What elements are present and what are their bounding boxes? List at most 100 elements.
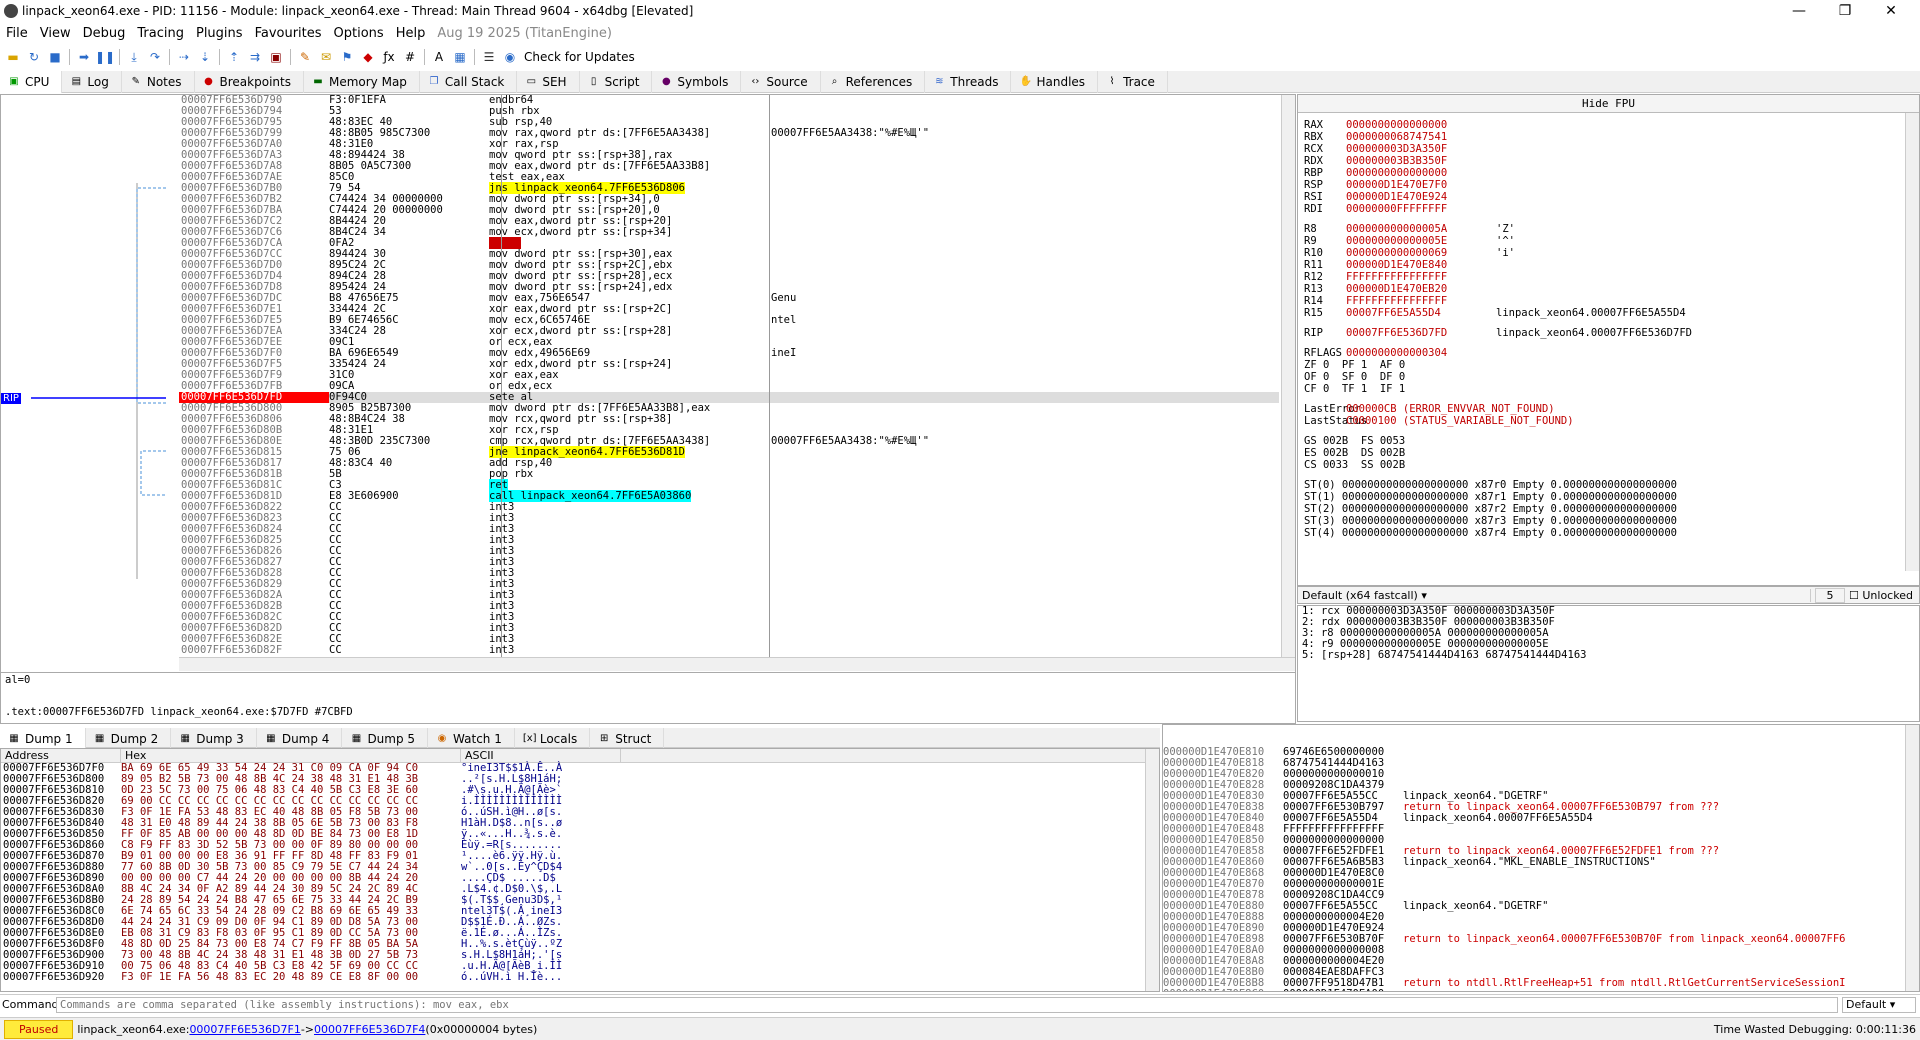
bookmark-icon[interactable]: ◆ (359, 48, 377, 66)
stack-row[interactable]: 000000D1E470E898 00007FF6E530B70F return t… (1163, 934, 1919, 945)
tab-dump-4[interactable]: ▦ Dump 4 (257, 728, 343, 750)
register-row[interactable]: R14 FFFFFFFFFFFFFFFF (1304, 295, 1904, 307)
arguments-view[interactable]: 1: rcx 000000003D3A350F 000000003D3A350F… (1297, 605, 1920, 722)
disasm-row[interactable]: 00007FF6E536D828CCint3 (179, 568, 1279, 579)
disasm-row[interactable]: 00007FF6E536D824CCint3 (179, 524, 1279, 535)
disasm-row[interactable]: 00007FF6E536D817 48:83C4 40 add rsp,40 (179, 458, 1279, 469)
fpu-row[interactable]: ST(2) 00000000000000000000 x87r2 Empty 0… (1304, 503, 1904, 515)
trace-over-icon[interactable]: ⇣ (196, 48, 214, 66)
register-value[interactable]: C0000100 (STATUS_VARIABLE_NOT_FOUND) (1346, 415, 1574, 427)
register-value[interactable]: 0000000000000000 (1346, 119, 1496, 131)
segment-row[interactable]: GS 002B FS 0053 (1304, 435, 1904, 447)
menu-view[interactable]: View (34, 26, 77, 41)
register-value[interactable]: 000000D1E470EB20 (1346, 283, 1496, 295)
tab-trace[interactable]: ⌇ Trace (1098, 71, 1168, 93)
tab-locals[interactable]: [x] Locals (515, 728, 591, 750)
register-value[interactable]: 000000D1E470E7F0 (1346, 179, 1496, 191)
patch-icon[interactable]: ✎ (296, 48, 314, 66)
tab-log[interactable]: ▤ Log (62, 71, 122, 93)
tab-notes[interactable]: ✎ Notes (122, 71, 195, 93)
close-button[interactable]: ✕ (1868, 0, 1914, 22)
run-icon[interactable]: ➡ (75, 48, 93, 66)
tab-breakpoints[interactable]: ● Breakpoints (195, 71, 304, 93)
tab-watch-1[interactable]: ◉ Watch 1 (428, 728, 515, 750)
run-to-user-code-icon[interactable]: ⇉ (246, 48, 264, 66)
col-hex[interactable]: Hex (121, 749, 461, 762)
register-row[interactable]: RSP 000000D1E470E7F0 (1304, 179, 1904, 191)
minimize-button[interactable]: — (1776, 0, 1822, 22)
register-value[interactable]: 000000D1E470E924 (1346, 191, 1496, 203)
register-row[interactable]: R13 000000D1E470EB20 (1304, 283, 1904, 295)
update-icon[interactable]: ◉ (501, 48, 519, 66)
tab-memory-map[interactable]: ▬ Memory Map (304, 71, 420, 93)
register-value[interactable]: 0000000000000069 (1346, 247, 1496, 259)
menu-favourites[interactable]: Favourites (249, 26, 328, 41)
register-row[interactable]: R8 000000000000005A 'Z' (1304, 223, 1904, 235)
maximize-button[interactable]: ❐ (1822, 0, 1868, 22)
disasm-row[interactable]: 00007FF6E536D82DCCint3 (179, 623, 1279, 634)
register-value[interactable]: 000000003B3B350F (1346, 155, 1496, 167)
check-updates-button[interactable]: Check for Updates (522, 50, 635, 64)
function-icon[interactable]: ƒx (380, 48, 398, 66)
flags-row[interactable]: OF 0 SF 0 DF 0 (1304, 371, 1904, 383)
register-row[interactable]: RBX 0000000068747541 (1304, 131, 1904, 143)
tab-threads[interactable]: ≋ Threads (925, 71, 1012, 93)
stack-row[interactable]: 000000D1E470E8A8 0000000000004E20 (1163, 956, 1919, 967)
register-row[interactable]: R15 00007FF6E5A55D4 linpack_xeon64.00007FF… (1304, 307, 1904, 319)
pause-icon[interactable]: ❚❚ (95, 48, 115, 66)
disasm-row[interactable]: 00007FF6E536D825CCint3 (179, 535, 1279, 546)
register-value[interactable]: 000000000000005E (1346, 235, 1496, 247)
tab-dump-1[interactable]: ▦ Dump 1 (0, 728, 86, 750)
command-input[interactable] (56, 996, 1838, 1013)
disasm-row[interactable]: 00007FF6E536D827CCint3 (179, 557, 1279, 568)
disasm-row[interactable]: 00007FF6E536D82CCCint3 (179, 612, 1279, 623)
disasm-row[interactable]: 00007FF6E536D826CCint3 (179, 546, 1279, 557)
menu-help[interactable]: Help (390, 26, 432, 41)
stack-row[interactable]: 000000D1E470E820 0000000000000010 (1163, 769, 1919, 780)
stack-row[interactable]: 000000D1E470E868 000000D1E470E8C0 (1163, 868, 1919, 879)
register-row[interactable]: RFLAGS 0000000000000304 (1304, 347, 1904, 359)
checklist-icon[interactable]: ☰ (480, 48, 498, 66)
stack-row[interactable]: 000000D1E470E848 FFFFFFFFFFFFFFFF (1163, 824, 1919, 835)
register-row[interactable]: RSI 000000D1E470E924 (1304, 191, 1904, 203)
register-row[interactable]: RCX 000000003D3A350F (1304, 143, 1904, 155)
register-row[interactable]: LastError 000000CB (ERROR_ENVVAR_NOT_FOUN… (1304, 403, 1904, 415)
label-icon[interactable]: ⚑ (338, 48, 356, 66)
stack-row[interactable]: 000000D1E470E8A0 0000000000000008 (1163, 945, 1919, 956)
dump-scrollbar[interactable] (1145, 749, 1159, 991)
register-row[interactable]: RDI 00000000FFFFFFFF (1304, 203, 1904, 215)
call-convention-select[interactable]: Default (x64 fastcall) ▾ (1298, 588, 1811, 602)
tab-call-stack[interactable]: ❐ Call Stack (420, 71, 518, 93)
menu-debug[interactable]: Debug (77, 26, 132, 41)
disasm-row[interactable]: 00007FF6E536D81D E8 3E606900 call linpack_… (179, 490, 1279, 502)
scylla-icon[interactable]: ▣ (267, 48, 285, 66)
stack-row[interactable]: 000000D1E470E840 00007FF6E5A55D4 linpack_x… (1163, 813, 1919, 824)
fpu-row[interactable]: ST(1) 00000000000000000000 x87r1 Empty 0… (1304, 491, 1904, 503)
unlocked-checkbox[interactable]: ☐ Unlocked (1849, 589, 1919, 602)
register-row[interactable]: RDX 000000003B3B350F (1304, 155, 1904, 167)
tab-seh[interactable]: ▭ SEH (517, 71, 580, 93)
disasm-row[interactable]: 00007FF6E536D82ACCint3 (179, 590, 1279, 601)
register-value[interactable]: 000000003D3A350F (1346, 143, 1496, 155)
tab-dump-5[interactable]: ▦ Dump 5 (342, 728, 429, 750)
register-value[interactable]: 0000000000000000 (1346, 167, 1496, 179)
stack-row[interactable]: 000000D1E470E880 00007FF6E5A55CC linpack_x… (1163, 901, 1919, 912)
hash-icon[interactable]: # (401, 48, 419, 66)
register-value[interactable]: 000000D1E470E840 (1346, 259, 1496, 271)
stack-rows[interactable]: 000000D1E470E810 69746E6500000000 000000D1… (1163, 747, 1919, 992)
open-icon[interactable]: ▬ (4, 48, 22, 66)
disasm-row[interactable]: 00007FF6E536D81B 5B pop rbx (179, 469, 1279, 480)
menu-plugins[interactable]: Plugins (190, 26, 249, 41)
col-ascii[interactable]: ASCII (461, 749, 621, 762)
stack-row[interactable]: 000000D1E470E8B8 00007FF9518D47B1 return t… (1163, 978, 1919, 989)
register-value[interactable]: FFFFFFFFFFFFFFFF (1346, 295, 1496, 307)
register-row[interactable]: R9 000000000000005E '^' (1304, 235, 1904, 247)
registers-scrollbar[interactable] (1905, 113, 1919, 571)
disasm-row[interactable]: 00007FF6E536D82F CC int3 (179, 645, 1279, 656)
tab-struct[interactable]: ⊞ Struct (590, 728, 665, 750)
comment-icon[interactable]: ✉ (317, 48, 335, 66)
stack-row[interactable]: 000000D1E470E810 69746E6500000000 (1163, 747, 1919, 758)
register-row[interactable]: RAX 0000000000000000 (1304, 119, 1904, 131)
flags-row[interactable]: CF 0 TF 1 IF 1 (1304, 383, 1904, 395)
disasm-row[interactable]: 00007FF6E536D790 F3:0F1EFA endbr64 (179, 95, 1279, 106)
